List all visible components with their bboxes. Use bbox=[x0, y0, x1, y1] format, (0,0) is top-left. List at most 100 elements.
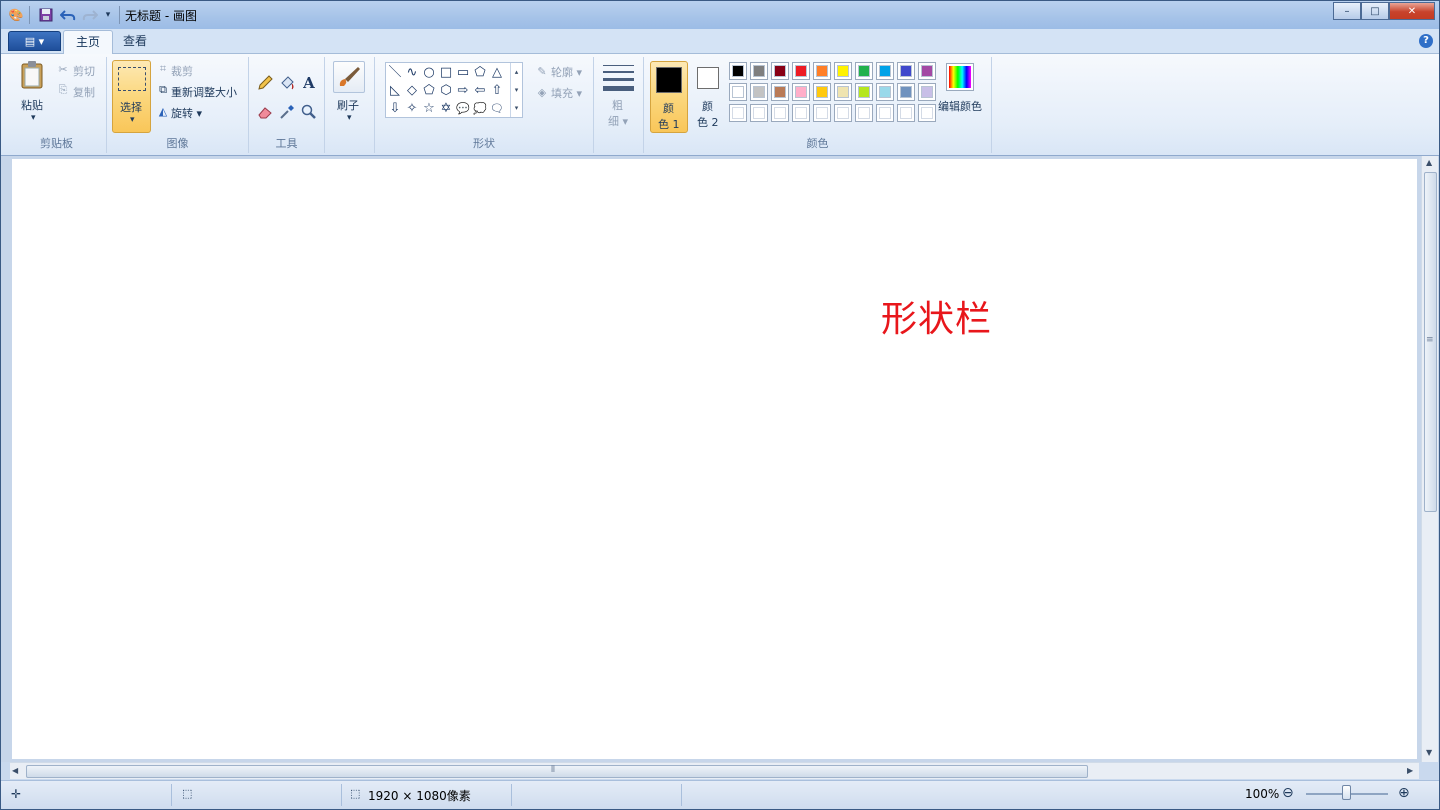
oval-shape-icon[interactable]: ○ bbox=[421, 65, 437, 81]
help-icon[interactable]: ? bbox=[1419, 34, 1433, 48]
zoom-out-button[interactable]: ⊖ bbox=[1282, 785, 1294, 801]
up-arrow-shape-icon[interactable]: ⇧ bbox=[489, 83, 505, 99]
palette-swatch[interactable] bbox=[771, 104, 789, 122]
scroll-right-arrow-icon[interactable]: ▶ bbox=[1407, 766, 1413, 775]
palette-swatch[interactable] bbox=[813, 62, 831, 80]
pencil-icon[interactable] bbox=[255, 73, 275, 93]
palette-swatch[interactable] bbox=[876, 83, 894, 101]
cloud-callout-shape-icon[interactable]: 🗨 bbox=[489, 101, 505, 117]
palette-swatch[interactable] bbox=[750, 104, 768, 122]
scroll-up-arrow-icon[interactable]: ▲ bbox=[1426, 158, 1432, 167]
palette-swatch[interactable] bbox=[729, 62, 747, 80]
horizontal-scrollbar[interactable]: ◀ ⦀ ▶ bbox=[10, 762, 1419, 779]
palette-swatch[interactable] bbox=[834, 83, 852, 101]
palette-swatch[interactable] bbox=[792, 83, 810, 101]
right-arrow-shape-icon[interactable]: ⇨ bbox=[455, 83, 471, 99]
palette-swatch[interactable] bbox=[771, 62, 789, 80]
select-button[interactable]: 选择 ▾ bbox=[112, 60, 151, 133]
palette-swatch[interactable] bbox=[792, 104, 810, 122]
magnifier-icon[interactable] bbox=[299, 102, 319, 122]
rounded-callout-shape-icon[interactable]: 💬 bbox=[455, 101, 471, 117]
palette-swatch[interactable] bbox=[750, 62, 768, 80]
curve-shape-icon[interactable]: ∿ bbox=[404, 65, 420, 81]
paint-app-icon[interactable]: 🎨 bbox=[7, 6, 25, 24]
rotate-button[interactable]: 旋转 ▾ bbox=[171, 105, 202, 121]
outline-button[interactable]: 轮廓 ▾ bbox=[551, 64, 582, 80]
shapes-gallery[interactable]: ＼ ∿ ○ □ ▭ ⬠ △ ◺ ◇ ⬠ ⬡ ⇨ ⇦ ⇧ ⇩ ✧ ☆ ✡ 💬 💭 bbox=[385, 62, 523, 118]
six-point-star-shape-icon[interactable]: ✡ bbox=[438, 101, 454, 117]
paste-dropdown-chevron-icon[interactable]: ▾ bbox=[31, 113, 36, 123]
customize-toolbar-chevron-icon[interactable]: ▾ bbox=[99, 6, 117, 24]
brush-icon[interactable] bbox=[333, 61, 365, 93]
paste-button[interactable]: 粘贴 bbox=[21, 97, 43, 113]
undo-icon[interactable] bbox=[59, 6, 77, 24]
maximize-button[interactable]: □ bbox=[1361, 2, 1389, 20]
palette-swatch[interactable] bbox=[876, 104, 894, 122]
palette-swatch[interactable] bbox=[834, 62, 852, 80]
line-shape-icon[interactable]: ＼ bbox=[387, 65, 403, 81]
size-label-top[interactable]: 粗 bbox=[612, 97, 623, 113]
shapes-scroll[interactable]: ▴ ▾ ▾ bbox=[510, 63, 522, 117]
eraser-icon[interactable] bbox=[255, 102, 275, 122]
drawing-canvas[interactable]: 形状栏 bbox=[12, 159, 1417, 759]
palette-swatch[interactable] bbox=[750, 83, 768, 101]
hexagon-shape-icon[interactable]: ⬡ bbox=[438, 83, 454, 99]
palette-swatch[interactable] bbox=[792, 62, 810, 80]
palette-swatch[interactable] bbox=[813, 83, 831, 101]
oval-callout-shape-icon[interactable]: 💭 bbox=[472, 101, 488, 117]
palette-swatch[interactable] bbox=[813, 104, 831, 122]
cut-button[interactable]: 剪切 bbox=[73, 63, 95, 79]
color-picker-icon[interactable] bbox=[277, 102, 297, 122]
paste-icon[interactable] bbox=[17, 59, 47, 91]
palette-swatch[interactable] bbox=[897, 104, 915, 122]
vertical-scrollbar[interactable]: ▲ ≡ ▼ bbox=[1421, 156, 1438, 762]
size-label-bottom[interactable]: 细 ▾ bbox=[608, 113, 628, 129]
zoom-slider-thumb[interactable] bbox=[1342, 785, 1351, 800]
zoom-in-button[interactable]: ⊕ bbox=[1398, 785, 1410, 801]
vertical-scroll-thumb[interactable]: ≡ bbox=[1424, 172, 1437, 512]
copy-button[interactable]: 复制 bbox=[73, 84, 95, 100]
close-button[interactable]: ✕ bbox=[1389, 2, 1435, 20]
five-point-star-shape-icon[interactable]: ☆ bbox=[421, 101, 437, 117]
palette-swatch[interactable] bbox=[918, 104, 936, 122]
palette-swatch[interactable] bbox=[729, 83, 747, 101]
file-menu-button[interactable]: ▤ ▾ bbox=[8, 31, 61, 51]
line-width-icon[interactable] bbox=[603, 65, 634, 91]
save-icon[interactable] bbox=[37, 6, 55, 24]
palette-swatch[interactable] bbox=[834, 104, 852, 122]
palette-swatch[interactable] bbox=[855, 83, 873, 101]
color1-button[interactable]: 颜 色 1 bbox=[650, 61, 688, 133]
tab-home[interactable]: 主页 bbox=[63, 30, 114, 54]
scroll-left-arrow-icon[interactable]: ◀ bbox=[12, 766, 18, 775]
down-arrow-shape-icon[interactable]: ⇩ bbox=[387, 101, 403, 117]
pentagon-shape-icon[interactable]: ⬠ bbox=[421, 83, 437, 99]
scroll-down-arrow-icon[interactable]: ▼ bbox=[1426, 748, 1432, 757]
triangle-shape-icon[interactable]: △ bbox=[489, 65, 505, 81]
right-triangle-shape-icon[interactable]: ◺ bbox=[387, 83, 403, 99]
four-point-star-shape-icon[interactable]: ✧ bbox=[404, 101, 420, 117]
palette-swatch[interactable] bbox=[897, 83, 915, 101]
fill-bucket-icon[interactable] bbox=[277, 73, 297, 93]
rectangle-shape-icon[interactable]: □ bbox=[438, 65, 454, 81]
resize-button[interactable]: 重新调整大小 bbox=[171, 84, 237, 100]
edit-colors-button[interactable]: 编辑颜色 bbox=[938, 98, 982, 114]
brushes-button[interactable]: 刷子 bbox=[337, 97, 359, 113]
palette-swatch[interactable] bbox=[771, 83, 789, 101]
crop-button[interactable]: 裁剪 bbox=[171, 63, 193, 79]
palette-swatch[interactable] bbox=[918, 83, 936, 101]
edit-colors-icon[interactable] bbox=[946, 63, 974, 91]
palette-swatch[interactable] bbox=[876, 62, 894, 80]
tab-view[interactable]: 查看 bbox=[111, 30, 159, 54]
palette-swatch[interactable] bbox=[855, 62, 873, 80]
palette-swatch[interactable] bbox=[855, 104, 873, 122]
diamond-shape-icon[interactable]: ◇ bbox=[404, 83, 420, 99]
fill-button[interactable]: 填充 ▾ bbox=[551, 85, 582, 101]
redo-icon[interactable] bbox=[81, 6, 99, 24]
minimize-button[interactable]: – bbox=[1333, 2, 1361, 20]
palette-swatch[interactable] bbox=[918, 62, 936, 80]
palette-swatch[interactable] bbox=[729, 104, 747, 122]
brushes-chevron-icon[interactable]: ▾ bbox=[347, 113, 352, 123]
color2-swatch[interactable] bbox=[697, 67, 719, 89]
palette-swatch[interactable] bbox=[897, 62, 915, 80]
polygon-shape-icon[interactable]: ⬠ bbox=[472, 65, 488, 81]
